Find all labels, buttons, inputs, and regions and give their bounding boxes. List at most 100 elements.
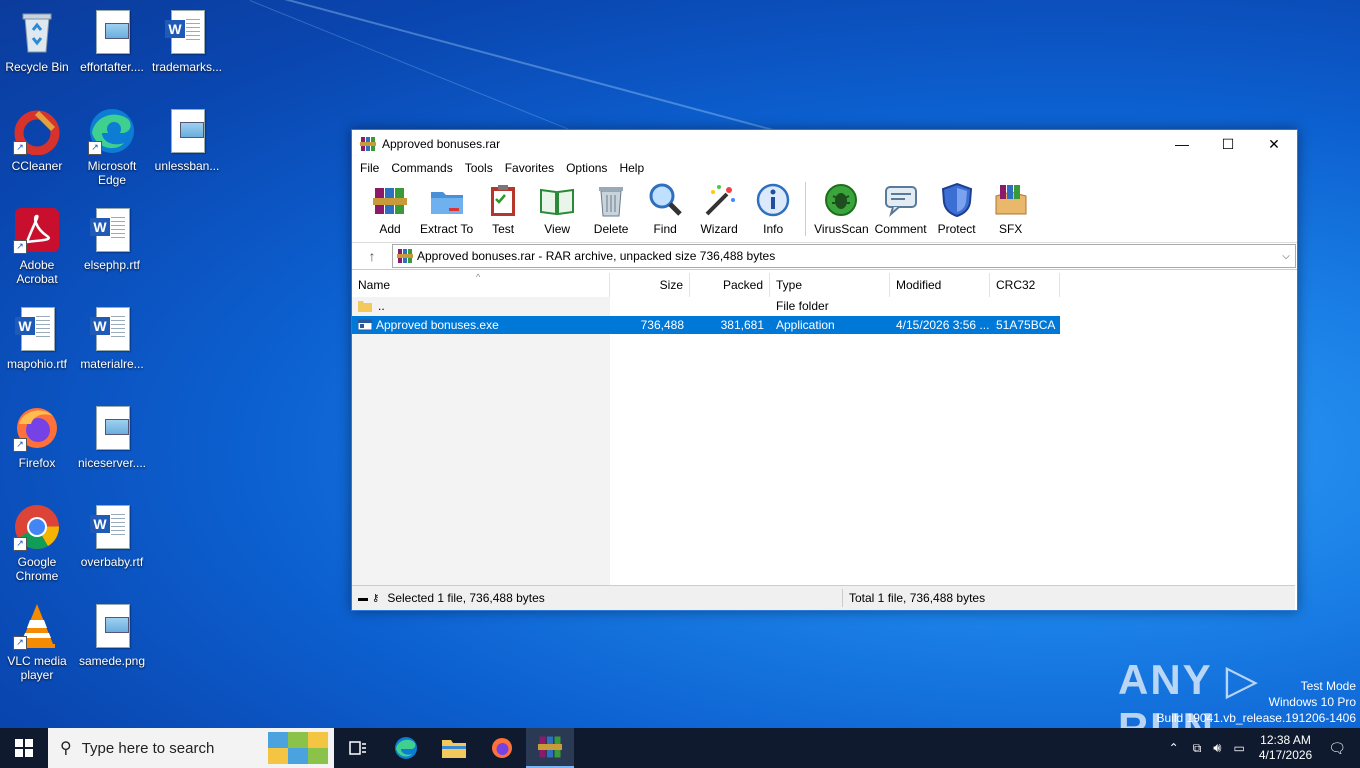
desktop-icon-adobe-acrobat[interactable]: ↗ Adobe Acrobat (0, 206, 74, 286)
desktop-icon-ccleaner[interactable]: ↗ CCleaner (0, 107, 74, 173)
taskbar-search-box[interactable]: ⚲ Type here to search (48, 728, 334, 768)
add-archive-icon (373, 188, 407, 214)
display-icon[interactable]: ▭ (1233, 741, 1244, 755)
archive-path-text: Approved bonuses.rar - RAR archive, unpa… (417, 249, 776, 263)
minimize-button[interactable]: — (1159, 130, 1205, 158)
desktop-icon-firefox[interactable]: ↗ Firefox (0, 404, 74, 470)
add-button[interactable]: Add (366, 180, 414, 236)
column-header-modified[interactable]: Modified (890, 273, 990, 297)
menu-file[interactable]: File (356, 161, 387, 175)
sfx-button[interactable]: SFX (987, 180, 1035, 236)
taskbar-edge[interactable] (382, 728, 430, 768)
desktop-icon-label: elsephp.rtf (83, 258, 141, 272)
volume-icon[interactable]: 🔊︎ (1213, 740, 1221, 756)
info-button[interactable]: Info (749, 180, 797, 236)
system-tray: ⌃ ⧉ 🔊︎ ▭ 12:38 AM 4/17/2026 🗨︎ (1161, 728, 1360, 768)
desktop-icon-samede[interactable]: samede.png (75, 602, 149, 668)
toolbar: Add Extract To Test View Delete Find Wiz… (352, 178, 1297, 243)
notification-icon[interactable]: 🗨︎ (1328, 740, 1346, 757)
word-document-icon: W (88, 503, 136, 551)
firefox-icon (492, 738, 512, 758)
archive-path-field[interactable]: Approved bonuses.rar - RAR archive, unpa… (392, 244, 1296, 268)
menu-favorites[interactable]: Favorites (501, 161, 562, 175)
maximize-button[interactable]: ☐ (1205, 130, 1251, 158)
column-header-packed[interactable]: Packed (690, 273, 770, 297)
watermark-test-mode: Test Mode (1300, 679, 1356, 693)
desktop-icon-effortafter[interactable]: effortafter.... (75, 8, 149, 74)
wizard-button[interactable]: Wizard (695, 180, 743, 236)
menu-options[interactable]: Options (562, 161, 615, 175)
shortcut-arrow-icon: ↗ (13, 438, 27, 452)
taskbar-winrar-active[interactable] (526, 728, 574, 768)
desktop-icon-materialre[interactable]: W materialre... (75, 305, 149, 371)
desktop-icon-elsephp[interactable]: W elsephp.rtf (75, 206, 149, 272)
menu-commands[interactable]: Commands (387, 161, 460, 175)
name-column-shade (352, 297, 610, 585)
view-book-icon (540, 188, 575, 216)
table-row[interactable]: Approved bonuses.exe 736,488 381,681 App… (352, 316, 1060, 334)
file-explorer-icon (442, 740, 466, 758)
address-bar: ↑ Approved bonuses.rar - RAR archive, un… (352, 243, 1297, 270)
delete-trash-icon (599, 187, 624, 217)
desktop-icon-trademarks[interactable]: W trademarks... (150, 8, 224, 74)
desktop-icon-mapohio[interactable]: W mapohio.rtf (0, 305, 74, 371)
desktop-icon-unlessban[interactable]: unlessban... (150, 107, 224, 173)
up-arrow-icon[interactable]: ↑ (352, 248, 392, 264)
desktop-icon-overbaby[interactable]: W overbaby.rtf (75, 503, 149, 569)
search-icon: ⚲ (60, 740, 72, 757)
vlc-icon: ↗ (13, 602, 61, 650)
extract-to-button[interactable]: Extract To (420, 180, 473, 236)
task-view-icon (349, 741, 366, 755)
desktop-icon-google-chrome[interactable]: ↗ Google Chrome (0, 503, 74, 583)
shortcut-arrow-icon: ↗ (13, 537, 27, 551)
start-button[interactable] (0, 728, 48, 768)
drive-icon: ▬ (358, 592, 368, 604)
menu-help[interactable]: Help (615, 161, 652, 175)
column-header-name[interactable]: Name ^ (352, 272, 610, 297)
desktop-icon-vlc[interactable]: ↗ VLC media player (0, 602, 74, 682)
task-view-button[interactable] (334, 728, 382, 768)
desktop-icon-label: niceserver.... (77, 456, 147, 470)
chevron-down-icon[interactable]: ⌵ (1277, 251, 1295, 262)
chevron-up-icon[interactable]: ⌃ (1169, 741, 1179, 755)
desktop-icon-label: Microsoft Edge (87, 159, 137, 187)
taskbar-firefox[interactable] (478, 728, 526, 768)
column-header-type[interactable]: Type (770, 273, 890, 297)
file-list: Name ^ Size Packed Type Modified CRC32 .… (352, 272, 1295, 585)
image-file-icon (88, 602, 136, 650)
sort-ascending-icon: ^ (476, 272, 481, 282)
desktop-icon-label: Google Chrome (15, 555, 59, 583)
column-header-size[interactable]: Size (610, 273, 690, 297)
comment-button[interactable]: Comment (875, 180, 927, 236)
protect-button[interactable]: Protect (933, 180, 981, 236)
desktop-icon-label: Firefox (18, 456, 56, 470)
table-row[interactable]: .. File folder (352, 297, 1060, 315)
desktop-icon-niceserver[interactable]: niceserver.... (75, 404, 149, 470)
menu-tools[interactable]: Tools (461, 161, 501, 175)
column-header-crc32[interactable]: CRC32 (990, 273, 1060, 297)
microsoft-edge-icon: ↗ (88, 107, 136, 155)
word-document-icon: W (88, 206, 136, 254)
shortcut-arrow-icon: ↗ (13, 141, 27, 155)
search-highlight-puzzle-icon (268, 732, 328, 764)
info-icon (756, 183, 790, 217)
title-bar[interactable]: Approved bonuses.rar — ☐ ✕ (352, 130, 1297, 158)
desktop-icon-label: materialre... (80, 357, 144, 371)
desktop-icon-label: CCleaner (11, 159, 63, 173)
desktop-icon-recycle-bin[interactable]: Recycle Bin (0, 8, 74, 74)
taskbar-clock[interactable]: 12:38 AM 4/17/2026 (1259, 733, 1312, 763)
taskbar-file-explorer[interactable] (430, 728, 478, 768)
find-button[interactable]: Find (641, 180, 689, 236)
virusscan-button[interactable]: VirusScan (814, 180, 869, 236)
test-button[interactable]: Test (479, 180, 527, 236)
network-icon[interactable]: ⧉ (1193, 741, 1202, 756)
desktop-icon-edge[interactable]: ↗ Microsoft Edge (75, 107, 149, 187)
clock-time: 12:38 AM (1260, 733, 1311, 747)
desktop-icon-label: overbaby.rtf (80, 555, 144, 569)
close-button[interactable]: ✕ (1251, 130, 1297, 158)
view-button[interactable]: View (533, 180, 581, 236)
desktop-icon-label: effortafter.... (80, 60, 144, 74)
delete-button[interactable]: Delete (587, 180, 635, 236)
protect-shield-icon (941, 182, 972, 218)
test-clipboard-icon (491, 185, 516, 216)
